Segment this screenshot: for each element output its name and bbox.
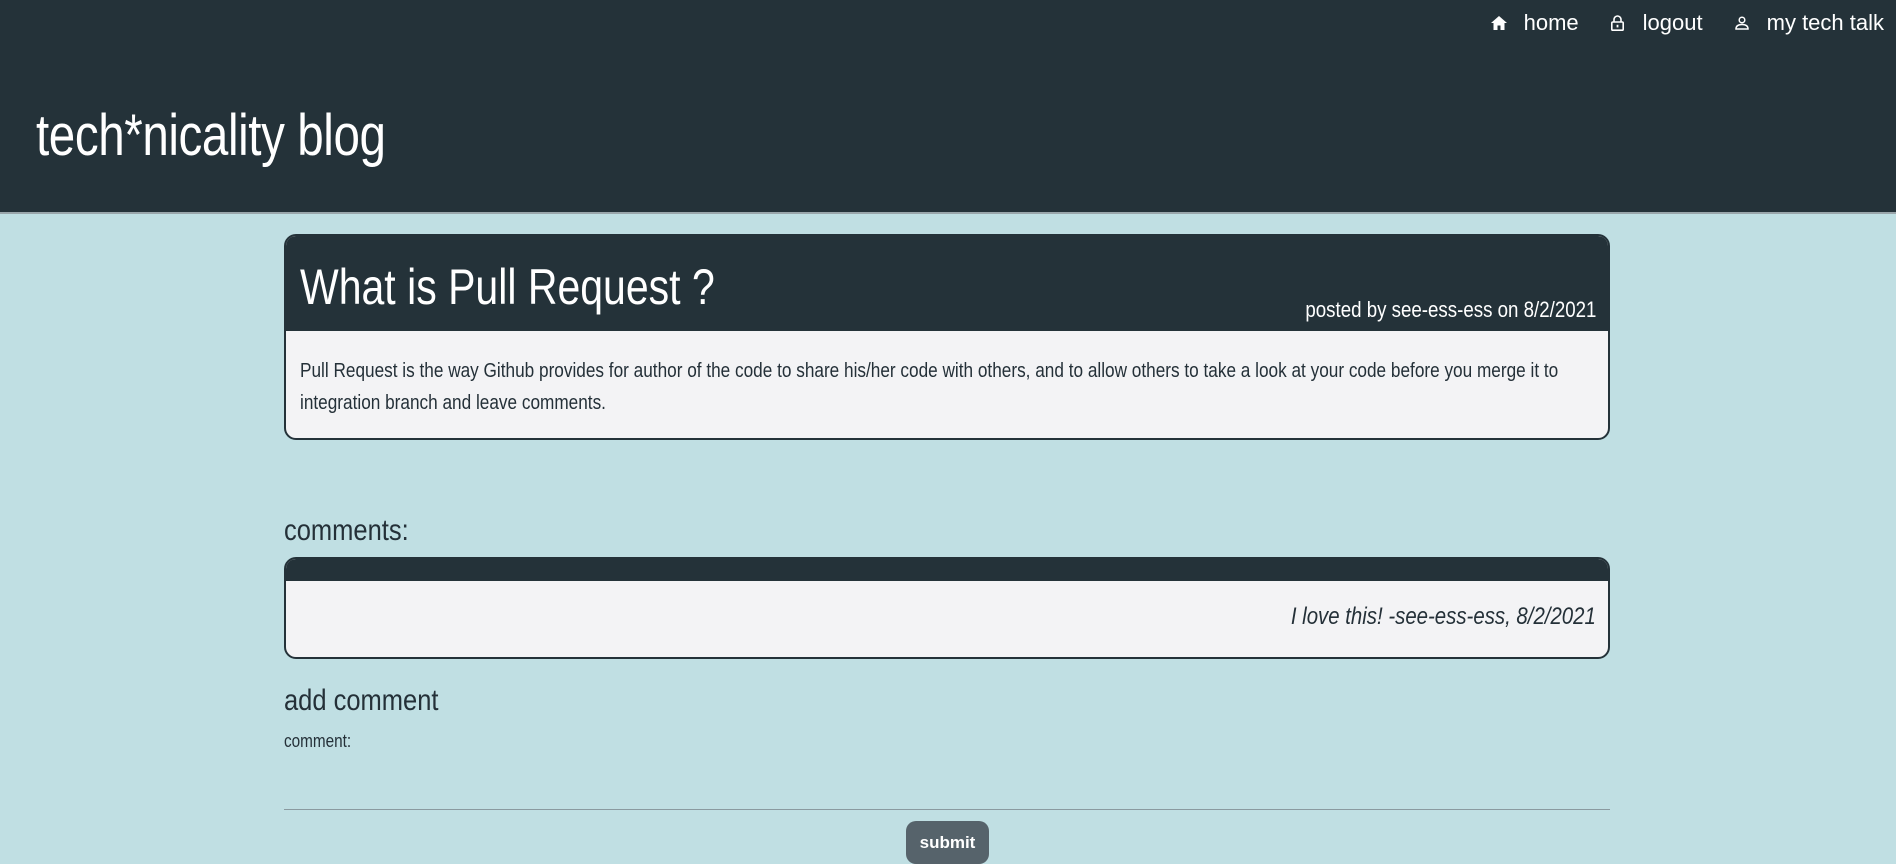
nav-my-tech-talk-link[interactable]: my tech talk: [1733, 10, 1884, 36]
site-title: tech*nicality blog: [36, 103, 386, 168]
comment-field-label: comment:: [284, 731, 352, 751]
nav-home-label: home: [1523, 10, 1579, 35]
nav-home-link[interactable]: home: [1490, 10, 1579, 36]
post-meta: posted by see-ess-ess on 8/2/2021: [1304, 297, 1596, 322]
comments-heading: comments:: [284, 514, 409, 547]
nav-my-tech-talk-label: my tech talk: [1766, 10, 1884, 35]
nav-logout-link[interactable]: logout: [1609, 10, 1703, 36]
comment-input[interactable]: [284, 752, 1610, 810]
submit-button[interactable]: submit: [906, 821, 989, 864]
site-header: home logout my tech talk tech*nicality b…: [0, 0, 1896, 214]
comment-card: I love this! -see-ess-ess, 8/2/2021: [284, 557, 1610, 659]
post-body: Pull Request is the way Github provides …: [286, 331, 1608, 419]
comment-text: I love this! -see-ess-ess, 8/2/2021: [1290, 603, 1596, 630]
top-nav: home logout my tech talk: [1460, 10, 1884, 36]
post-title: What is Pull Request ?: [300, 259, 715, 315]
post-header: What is Pull Request ? posted by see-ess…: [286, 236, 1608, 331]
user-icon: [1733, 14, 1751, 32]
nav-logout-label: logout: [1642, 10, 1703, 35]
add-comment-heading: add comment: [284, 684, 439, 717]
post-body-text: Pull Request is the way Github provides …: [300, 360, 1559, 414]
comment-header-strip: [286, 559, 1608, 581]
home-icon: [1490, 14, 1508, 32]
lock-icon: [1609, 14, 1627, 32]
post-card: What is Pull Request ? posted by see-ess…: [284, 234, 1610, 440]
